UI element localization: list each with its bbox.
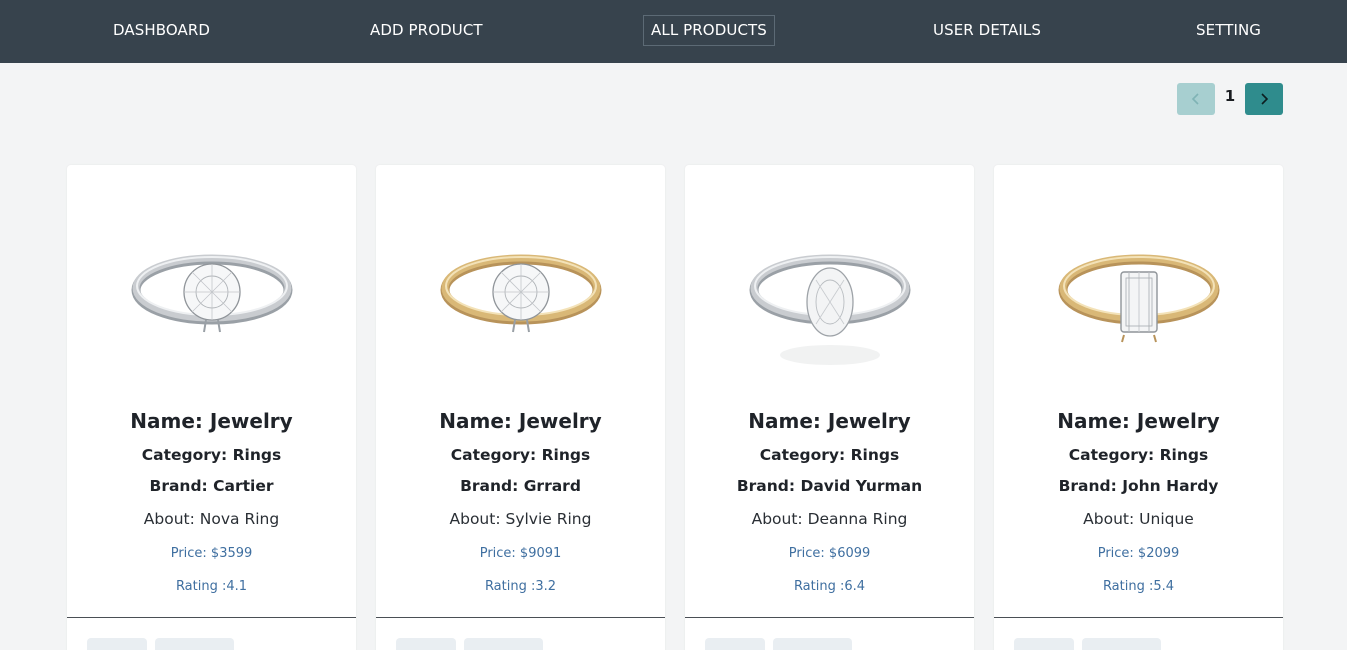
edit-button[interactable] [705, 638, 765, 650]
product-card[interactable]: Name: Jewelry Category: Rings Brand: Joh… [994, 165, 1283, 650]
top-navbar: DASHBOARD ADD PRODUCT ALL PRODUCTS USER … [0, 0, 1347, 63]
nav-add-product[interactable]: ADD PRODUCT [370, 15, 483, 46]
product-name: Name: Jewelry [130, 409, 293, 433]
edit-button[interactable] [396, 638, 456, 650]
product-image [685, 165, 974, 395]
product-brand: Brand: Grrard [460, 477, 581, 495]
product-name: Name: Jewelry [439, 409, 602, 433]
product-image [67, 165, 356, 395]
product-rating: Rating :4.1 [175, 579, 248, 594]
nav-user-details[interactable]: USER DETAILS [933, 15, 1041, 46]
product-price: Price: $6099 [788, 546, 871, 561]
card-divider [994, 617, 1283, 618]
edit-button[interactable] [1014, 638, 1074, 650]
product-about: About: Unique [1083, 510, 1194, 528]
product-card[interactable]: Name: Jewelry Category: Rings Brand: Car… [67, 165, 356, 650]
product-name: Name: Jewelry [1057, 409, 1220, 433]
card-divider [376, 617, 665, 618]
product-category: Category: Rings [141, 446, 282, 464]
product-price: Price: $9091 [479, 546, 562, 561]
product-price: Price: $3599 [170, 546, 253, 561]
pagination-next-button[interactable] [1245, 83, 1283, 115]
delete-button[interactable] [773, 638, 852, 650]
product-name: Name: Jewelry [748, 409, 911, 433]
product-category: Category: Rings [450, 446, 591, 464]
product-rating: Rating :3.2 [484, 579, 557, 594]
edit-button[interactable] [87, 638, 147, 650]
card-divider [67, 617, 356, 618]
product-category: Category: Rings [759, 446, 900, 464]
product-about: About: Deanna Ring [751, 510, 908, 528]
delete-button[interactable] [1082, 638, 1161, 650]
product-brand: Brand: David Yurman [736, 477, 923, 495]
product-image [376, 165, 665, 395]
chevron-right-icon [1261, 93, 1269, 105]
card-divider [685, 617, 974, 618]
nav-all-products[interactable]: ALL PRODUCTS [643, 15, 775, 46]
product-about: About: Sylvie Ring [449, 510, 592, 528]
delete-button[interactable] [155, 638, 234, 650]
product-card[interactable]: Name: Jewelry Category: Rings Brand: Dav… [685, 165, 974, 650]
product-brand: Brand: John Hardy [1058, 477, 1219, 495]
product-category: Category: Rings [1068, 446, 1209, 464]
product-price: Price: $2099 [1097, 546, 1180, 561]
nav-setting[interactable]: SETTING [1196, 15, 1261, 46]
product-rating: Rating :6.4 [793, 579, 866, 594]
nav-dashboard[interactable]: DASHBOARD [113, 15, 210, 46]
product-card[interactable]: Name: Jewelry Category: Rings Brand: Grr… [376, 165, 665, 650]
product-about: About: Nova Ring [143, 510, 280, 528]
pagination-prev-button[interactable] [1177, 83, 1215, 115]
product-image [994, 165, 1283, 395]
product-rating: Rating :5.4 [1102, 579, 1175, 594]
pagination-current-page[interactable]: 1 [1222, 87, 1238, 105]
chevron-left-icon [1191, 93, 1199, 105]
product-brand: Brand: Cartier [149, 477, 274, 495]
delete-button[interactable] [464, 638, 543, 650]
